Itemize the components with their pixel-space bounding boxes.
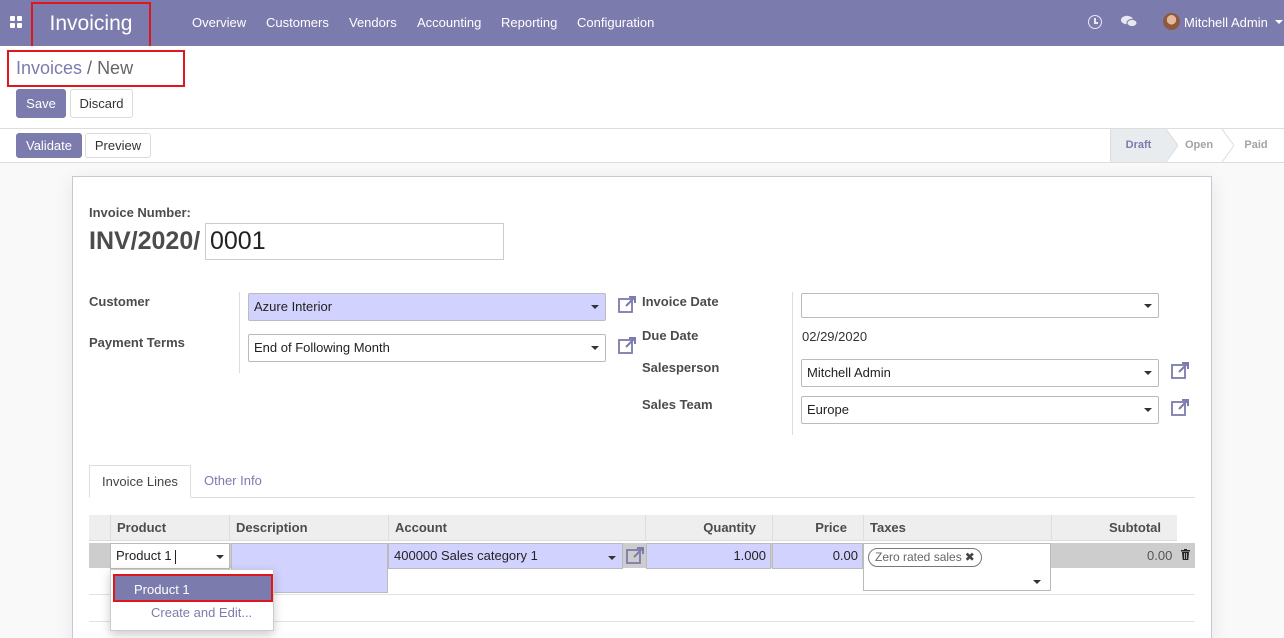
control-panel (0, 46, 1284, 129)
payment-terms-value: End of Following Month (254, 340, 390, 355)
stage-paid[interactable]: Paid (1238, 129, 1274, 162)
payment-terms-field[interactable]: End of Following Month (248, 334, 606, 362)
activity-clock-icon[interactable] (1088, 15, 1102, 29)
field-divider (239, 292, 240, 373)
discard-button[interactable]: Discard (70, 89, 133, 118)
invoice-number-label: Invoice Number: (89, 205, 191, 220)
breadcrumb: Invoices / New (16, 58, 133, 79)
menu-overview[interactable]: Overview (192, 0, 246, 46)
due-date-value: 02/29/2020 (802, 329, 868, 344)
payment-terms-label: Payment Terms (89, 335, 185, 350)
breadcrumb-current: New (97, 58, 134, 78)
apps-grid-icon[interactable] (10, 16, 23, 29)
column-price[interactable]: Price (772, 515, 863, 541)
user-menu-name[interactable]: Mitchell Admin (1184, 0, 1268, 45)
external-link-icon[interactable] (1171, 362, 1190, 379)
chevron-down-icon[interactable] (591, 346, 599, 350)
breadcrumb-parent-invoices[interactable]: Invoices (16, 58, 82, 78)
remove-tag-icon[interactable]: ✖ (965, 550, 975, 564)
menu-customers[interactable]: Customers (266, 0, 329, 46)
external-link-icon[interactable] (618, 337, 637, 354)
invoice-date-label: Invoice Date (642, 294, 719, 309)
create-and-edit-link[interactable]: Create and Edit... (151, 605, 252, 620)
product-autocomplete-dropdown: Product 1 Create and Edit... (110, 569, 274, 631)
external-link-icon[interactable] (1171, 399, 1190, 416)
external-link-icon[interactable] (618, 296, 637, 313)
top-navbar: Invoicing Overview Customers Vendors Acc… (0, 0, 1284, 48)
autocomplete-option-product-1[interactable]: Product 1 (113, 574, 273, 602)
salesperson-label: Salesperson (642, 360, 720, 375)
trash-icon[interactable] (1181, 549, 1190, 560)
text-cursor (174, 549, 176, 564)
customer-label: Customer (89, 294, 150, 309)
subtotal-value: 0.00 (1147, 548, 1173, 563)
preview-button[interactable]: Preview (85, 133, 151, 158)
stage-arrow-icon (1222, 129, 1234, 162)
column-quantity[interactable]: Quantity (645, 515, 772, 541)
sales-team-field[interactable]: Europe (801, 396, 1159, 424)
salesperson-field[interactable]: Mitchell Admin (801, 359, 1159, 387)
account-field[interactable]: 400000 Sales category 1 (388, 543, 623, 569)
column-description[interactable]: Description (229, 515, 388, 541)
invoice-date-field[interactable] (801, 293, 1159, 318)
chevron-down-icon[interactable] (1033, 580, 1041, 584)
quantity-input[interactable]: 1.000 (646, 543, 771, 569)
chevron-down-icon[interactable] (608, 556, 616, 560)
chevron-down-icon[interactable] (1144, 408, 1152, 412)
menu-reporting[interactable]: Reporting (501, 0, 557, 46)
due-date-label: Due Date (642, 328, 699, 343)
save-button[interactable]: Save (16, 89, 66, 118)
invoice-prefix: INV/2020/ (89, 227, 201, 255)
stage-open[interactable]: Open (1180, 129, 1218, 162)
invoice-number-input[interactable]: 0001 (205, 223, 504, 260)
validate-button[interactable]: Validate (16, 133, 82, 158)
chevron-down-icon[interactable] (591, 305, 599, 309)
tax-tag: Zero rated sales ✖ (868, 548, 982, 567)
app-title[interactable]: Invoicing (31, 2, 151, 48)
column-subtotal[interactable]: Subtotal (1051, 515, 1177, 541)
chat-icon[interactable] (1121, 15, 1137, 28)
price-input[interactable]: 0.00 (772, 543, 863, 569)
table-header: Product Description Account Quantity Pri… (89, 515, 1177, 541)
menu-accounting[interactable]: Accounting (417, 0, 481, 46)
external-link-icon[interactable] (626, 547, 645, 564)
column-taxes[interactable]: Taxes (863, 515, 1051, 541)
stage-draft: Draft (1110, 129, 1166, 162)
product-input[interactable]: Product 1 (110, 543, 230, 569)
sales-team-label: Sales Team (642, 397, 713, 412)
stage-bar: Draft Open Paid (1110, 129, 1284, 163)
customer-value: Azure Interior (254, 299, 333, 314)
chevron-down-icon[interactable] (216, 555, 224, 559)
status-bar (0, 129, 1284, 163)
breadcrumb-separator: / (87, 58, 93, 78)
account-value: 400000 Sales category 1 (394, 548, 538, 563)
stage-arrow-icon (1166, 129, 1178, 162)
tab-other-info[interactable]: Other Info (204, 465, 262, 498)
product-input-value: Product 1 (116, 548, 172, 563)
column-account[interactable]: Account (388, 515, 645, 541)
tax-tag-label: Zero rated sales (875, 550, 962, 564)
menu-configuration[interactable]: Configuration (577, 0, 654, 46)
customer-field[interactable]: Azure Interior (248, 293, 606, 321)
salesperson-value: Mitchell Admin (807, 365, 891, 380)
column-product[interactable]: Product (110, 515, 229, 541)
chevron-down-icon[interactable] (1144, 304, 1152, 308)
sales-team-value: Europe (807, 402, 849, 417)
field-divider (792, 292, 793, 435)
menu-vendors[interactable]: Vendors (349, 0, 397, 46)
chevron-down-icon[interactable] (1275, 20, 1283, 24)
tab-invoice-lines[interactable]: Invoice Lines (89, 465, 191, 498)
chevron-down-icon[interactable] (1144, 371, 1152, 375)
avatar[interactable] (1163, 13, 1180, 30)
